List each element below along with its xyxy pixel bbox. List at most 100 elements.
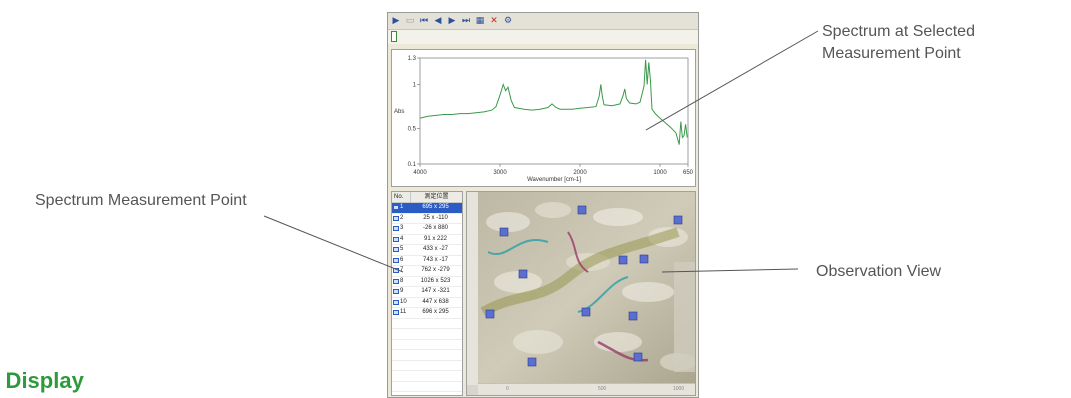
measurement-marker[interactable] [639,254,649,264]
observation-image[interactable] [478,192,696,385]
horizontal-ruler: 0 500 1000 [478,383,695,395]
x-tick-label: 1000 [653,170,667,176]
point-checkbox[interactable] [393,278,399,284]
measurement-marker[interactable] [618,255,628,265]
measurement-marker[interactable] [577,205,587,215]
prev-icon[interactable]: ◀ [432,15,444,27]
list-empty-row [392,371,462,382]
x-tick-label: 650 [683,170,694,176]
list-item-position: 696 x 295 [422,309,449,315]
measurement-marker[interactable] [499,227,509,237]
list-item-no: 1 [392,203,409,213]
callout-spectrum-selected: Spectrum at Selected Measurement Point [822,21,975,65]
list-item[interactable]: 2 25 x -110 [392,214,462,224]
list-item-no: 3 [392,224,409,234]
list-empty-row [392,329,462,340]
point-checkbox[interactable] [393,247,399,253]
y-axis-label: Abs [394,109,404,115]
list-item-no: 2 [392,214,409,224]
list-item[interactable]: 9 147 x -321 [392,287,462,298]
list-empty-row [392,382,462,392]
list-empty-row [392,392,462,395]
list-item-number: 6 [400,256,404,263]
point-checkbox[interactable] [393,268,399,274]
list-item-no: 10 [392,298,409,308]
list-item[interactable]: 8 1026 x 523 [392,277,462,287]
point-checkbox[interactable] [393,236,399,242]
list-header-position[interactable]: 測定位置 [411,192,462,202]
list-item-number: 2 [400,214,404,221]
leader-measurement-point [263,215,404,273]
measurement-marker[interactable] [673,215,683,225]
first-icon[interactable]: ⏮ [418,15,430,27]
point-checkbox[interactable] [393,310,399,316]
list-item-number: 11 [400,309,407,315]
point-checkbox[interactable] [393,299,399,305]
list-item-no: 11 [392,308,409,318]
last-icon[interactable]: ⏭ [460,15,472,27]
callout-spectrum-selected-line1: Spectrum at Selected [822,23,975,40]
next-icon[interactable]: ▶ [446,15,458,27]
measurement-marker[interactable] [628,311,638,321]
list-header: No. 測定位置 [392,192,462,203]
settings-icon[interactable]: ⚙ [502,15,514,27]
position-slider-handle[interactable] [391,31,397,42]
list-empty-row [392,361,462,371]
list-item-position: -26 x 880 [422,225,449,231]
x-tick-label: 2000 [573,170,587,176]
x-tick-label: 4000 [413,170,427,176]
list-item-position: 91 x 222 [423,235,448,242]
list-item[interactable]: 4 91 x 222 [392,235,462,245]
list-item-no: 8 [392,277,409,287]
scroll-strip [674,262,695,372]
list-item-position: 147 x -321 [421,288,450,294]
delete-icon[interactable]: ✕ [488,15,500,27]
stop-icon[interactable]: ▭ [404,15,416,27]
list-item-position: 743 x -17 [422,256,449,263]
x-axis-label: Wavenumber [cm-1] [527,177,581,183]
stack-icon[interactable]: ▦ [474,15,486,27]
app-window: ▶ ▭ ⏮ ◀ ▶ ⏭ ▦ ✕ ⚙ Abs Wavenumber [cm-1] … [387,12,699,398]
list-header-no[interactable]: No. [392,192,411,202]
hruler-tick-500: 500 [598,386,607,392]
list-item-no: 9 [392,287,409,297]
list-item-position: 762 x -279 [421,267,450,273]
point-checkbox[interactable] [393,215,399,221]
list-item[interactable]: 1 695 x 295 [392,203,462,214]
callout-measurement-point: Spectrum Measurement Point [35,192,247,209]
observation-view: 0 500 1000 [466,191,696,396]
spectrum-chart: Abs Wavenumber [cm-1] 1.3 1 0.5 0.1 4000 300… [394,56,694,183]
list-item[interactable]: 3 -26 x 880 [392,224,462,235]
measurement-marker[interactable] [518,269,528,279]
hruler-tick-0: 0 [506,386,509,392]
list-item[interactable]: 7 762 x -279 [392,266,462,277]
list-item-no: 6 [392,256,409,266]
list-item-number: 3 [400,225,404,231]
toolbar: ▶ ▭ ⏮ ◀ ▶ ⏭ ▦ ✕ ⚙ [388,13,698,30]
point-checkbox[interactable] [393,205,399,211]
list-item[interactable]: 11 696 x 295 [392,308,462,319]
list-item-no: 7 [392,266,409,276]
callout-spectrum-selected-line2: Measurement Point [822,45,961,62]
list-item[interactable]: 5 433 x -27 [392,245,462,256]
play-icon[interactable]: ▶ [390,15,402,27]
measurement-marker[interactable] [633,352,643,362]
list-item-position: 447 x 638 [422,298,449,305]
list-item-number: 9 [400,288,404,294]
y-tick-label: 1 [413,83,417,89]
point-checkbox[interactable] [393,257,399,263]
list-item[interactable]: 10 447 x 638 [392,298,462,308]
measurement-marker[interactable] [527,357,537,367]
measurement-marker[interactable] [581,307,591,317]
list-item-number: 1 [400,204,404,210]
measurement-marker[interactable] [485,309,495,319]
point-checkbox[interactable] [393,226,399,232]
list-item-position: 1026 x 523 [420,277,451,284]
list-item-no: 5 [392,245,409,255]
x-tick-label: 3000 [493,170,507,176]
list-item-number: 5 [400,246,404,252]
hruler-tick-1000: 1000 [673,386,685,392]
y-tick-label: 1.3 [408,56,417,62]
list-item[interactable]: 6 743 x -17 [392,256,462,266]
point-checkbox[interactable] [393,289,399,295]
